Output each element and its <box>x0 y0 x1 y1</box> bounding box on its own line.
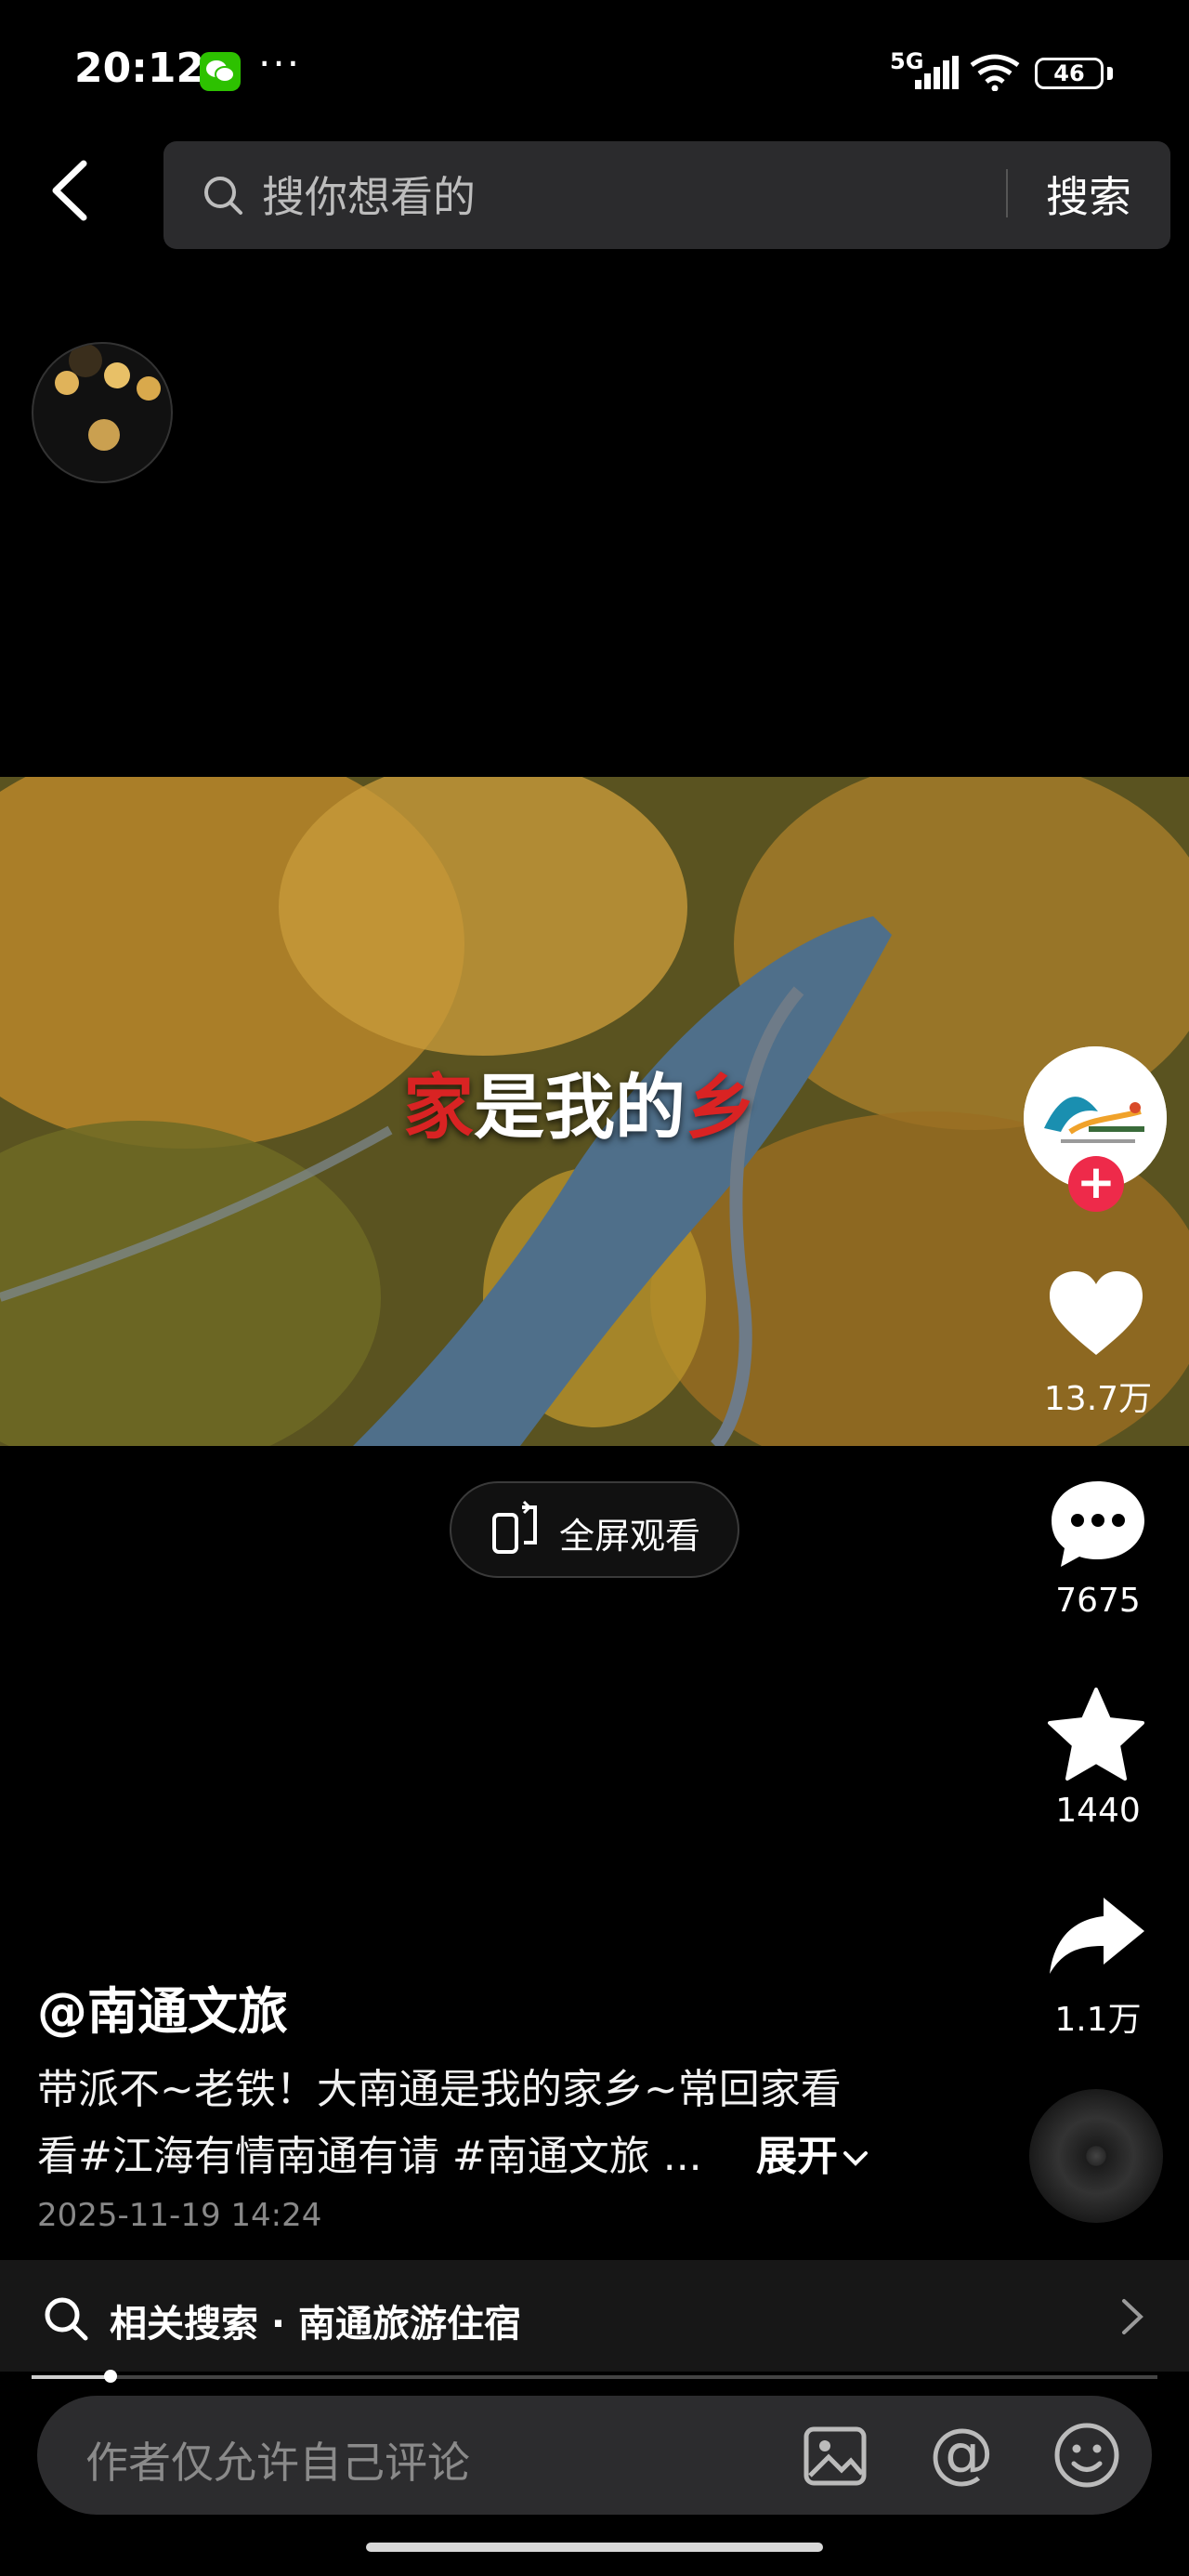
like-count: 13.7万 <box>1043 1380 1153 1418</box>
video-overlay-title: 家是我的乡 <box>403 1050 756 1152</box>
battery-tip <box>1107 67 1113 80</box>
post-time: 2025-11-19 14:24 <box>37 2197 322 2234</box>
wechat-icon <box>200 52 241 91</box>
share-button[interactable] <box>1046 1894 1148 1981</box>
search-icon <box>203 175 243 219</box>
author-name[interactable]: @南通文旅 <box>37 1970 288 2044</box>
comment-button[interactable] <box>1050 1478 1146 1574</box>
overlay-prefix: 家 <box>403 1066 474 1149</box>
share-arrow-icon <box>1050 1898 1144 1974</box>
mention-icon[interactable]: @ <box>929 2420 994 2485</box>
overlay-suffix: 乡 <box>686 1066 756 1149</box>
follow-button[interactable]: + <box>1068 1156 1124 1212</box>
floating-bubble[interactable] <box>32 342 173 483</box>
comment-count: 7675 <box>1055 1582 1141 1620</box>
share-count: 1.1万 <box>1054 2001 1142 2039</box>
comment-bubble-icon <box>1052 1481 1144 1567</box>
expand-button[interactable]: 展开 <box>756 2123 869 2182</box>
image-icon[interactable] <box>803 2424 868 2492</box>
search-button[interactable]: 搜索 <box>1046 164 1131 225</box>
search-placeholder: 搜你想看的 <box>262 172 476 222</box>
emoji-icon[interactable] <box>1053 2422 1120 2492</box>
more-status-dots: ··· <box>258 41 302 86</box>
battery-indicator: 46 <box>1035 58 1104 89</box>
search-icon <box>43 2295 89 2346</box>
wifi-icon <box>970 54 1020 95</box>
signal-icon <box>915 56 960 93</box>
rotate-screen-icon <box>489 1500 544 1559</box>
overlay-middle: 是我的 <box>474 1066 686 1149</box>
related-search-text: 相关搜索 · 南通旅游住宿 <box>110 2303 522 2346</box>
chevron-right-icon <box>1118 2295 1146 2342</box>
description-line-2: 看#江海有情南通有请 #南通文旅 ... <box>37 2133 702 2180</box>
expand-label: 展开 <box>756 2133 838 2180</box>
favorite-count: 1440 <box>1055 1792 1141 1830</box>
video-progress-fill <box>32 2375 111 2379</box>
status-time: 20:12 <box>74 45 205 92</box>
star-icon <box>1048 1688 1144 1781</box>
coins-icon <box>55 344 161 451</box>
video-progress-track[interactable] <box>32 2375 1157 2379</box>
like-button[interactable] <box>1048 1269 1144 1362</box>
heart-icon <box>1050 1271 1143 1355</box>
back-button[interactable] <box>46 158 111 232</box>
fullscreen-label: 全屏观看 <box>559 1516 701 1557</box>
description-line-1: 带派不~老铁！大南通是我的家乡~常回家看 <box>37 2066 842 2113</box>
search-divider <box>1006 169 1008 217</box>
home-indicator <box>366 2543 823 2552</box>
chevron-down-icon <box>843 2151 868 2166</box>
music-disc[interactable] <box>1029 2089 1163 2223</box>
video-progress-handle[interactable] <box>104 2370 117 2383</box>
favorite-button[interactable] <box>1046 1686 1146 1786</box>
chevron-left-icon <box>52 160 87 221</box>
comment-placeholder: 作者仅允许自己评论 <box>85 2438 470 2488</box>
